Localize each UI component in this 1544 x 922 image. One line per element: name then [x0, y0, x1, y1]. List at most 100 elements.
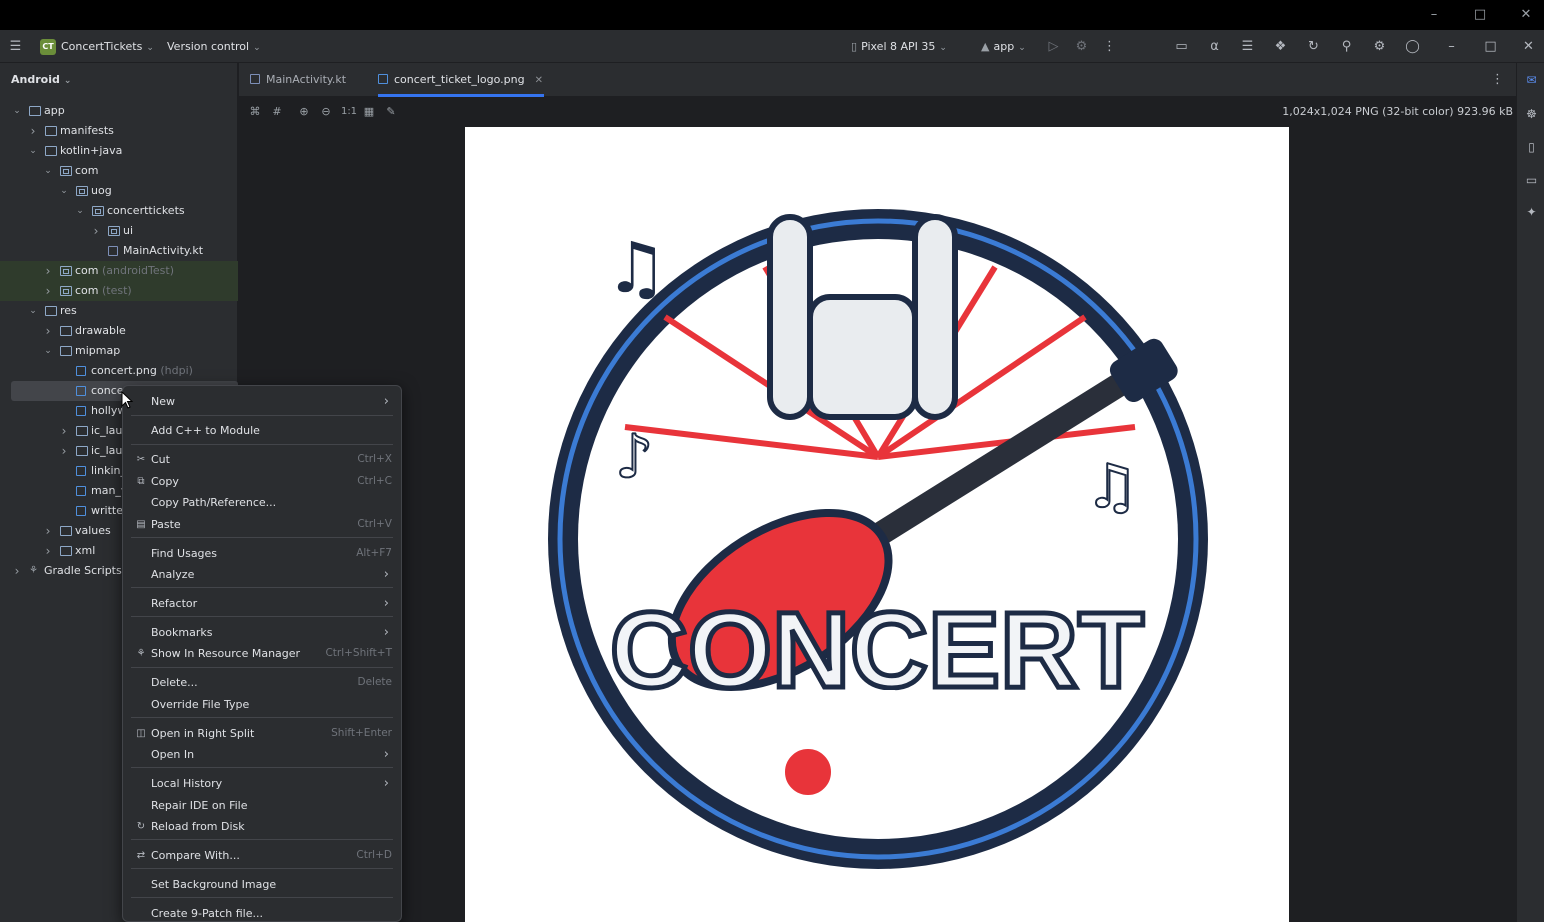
more-actions-icon[interactable]: ⋮: [1101, 38, 1118, 55]
project-tree-item[interactable]: › ui: [0, 221, 238, 241]
ide-close-icon[interactable]: ✕: [1520, 38, 1537, 55]
close-tab-icon[interactable]: ✕: [535, 75, 543, 86]
settings-icon[interactable]: ⚙: [1371, 38, 1388, 55]
menu-item-refactor[interactable]: Refactor ›: [123, 593, 401, 614]
menu-item-label: Compare With...: [151, 849, 240, 862]
gradle-icon[interactable]: ☸: [1524, 107, 1539, 122]
menu-item-cut[interactable]: ✂ Cut Ctrl+X: [123, 449, 401, 470]
layout-inspector-icon[interactable]: ☰: [1239, 38, 1256, 55]
menu-item-find-usages[interactable]: Find Usages Alt+F7: [123, 543, 401, 564]
run-config-selector[interactable]: ▲ app ⌄: [981, 30, 1026, 63]
project-tree-item[interactable]: ⌄ app: [0, 101, 238, 121]
tab-options-icon[interactable]: ⋮: [1489, 71, 1506, 88]
sync-gradle-icon[interactable]: ↻: [1305, 38, 1322, 55]
menu-item-set-background-image[interactable]: Set Background Image: [123, 874, 401, 895]
ide-minimize-icon[interactable]: –: [1443, 38, 1460, 55]
project-view-selector[interactable]: Android ⌄: [11, 73, 71, 86]
image-file-icon: [76, 386, 86, 396]
chevron-down-icon[interactable]: ⌄: [28, 141, 38, 161]
account-icon[interactable]: ◯: [1404, 38, 1421, 55]
menu-item-copy[interactable]: ⧉ Copy Ctrl+C: [123, 471, 401, 492]
minimize-icon[interactable]: –: [1424, 6, 1444, 24]
menu-item-show-in-resource-manager[interactable]: ⚘ Show In Resource Manager Ctrl+Shift+T: [123, 643, 401, 664]
zoom-in-icon[interactable]: ⊕: [297, 105, 311, 119]
search-icon[interactable]: ⚲: [1338, 38, 1355, 55]
tree-item-name: ui: [123, 224, 134, 237]
notifications-icon[interactable]: ✉: [1524, 73, 1539, 88]
chevron-right-icon[interactable]: ›: [43, 321, 53, 341]
gemini-icon[interactable]: ✦: [1524, 205, 1539, 220]
fit-to-window-icon[interactable]: ⌘: [248, 105, 262, 119]
menu-item-add-c-to-module[interactable]: Add C++ to Module: [123, 420, 401, 441]
chevron-down-icon: ⌄: [146, 43, 154, 53]
menu-item-override-file-type[interactable]: Override File Type: [123, 694, 401, 715]
device-manager-icon[interactable]: ▭: [1173, 38, 1190, 55]
menu-item-paste[interactable]: ▤ Paste Ctrl+V: [123, 514, 401, 535]
translate-icon[interactable]: α: [1206, 38, 1223, 55]
menu-item-delete[interactable]: Delete... Delete: [123, 672, 401, 693]
actual-size-button[interactable]: 1:1: [340, 105, 358, 119]
project-tree-item[interactable]: ⌄ uog: [0, 181, 238, 201]
menu-item-local-history[interactable]: Local History ›: [123, 773, 401, 794]
menu-item-compare-with[interactable]: ⇄ Compare With... Ctrl+D: [123, 845, 401, 866]
menu-item-analyze[interactable]: Analyze ›: [123, 564, 401, 585]
device-manager-icon[interactable]: ▯: [1524, 140, 1539, 155]
project-tree-item[interactable]: › com (androidTest): [0, 261, 238, 281]
tab-concert-ticket-logo[interactable]: concert_ticket_logo.png ✕: [378, 63, 544, 97]
chevron-down-icon[interactable]: ⌄: [59, 181, 69, 201]
plugins-icon[interactable]: ❖: [1272, 38, 1289, 55]
debug-icon[interactable]: ⚙: [1073, 38, 1090, 55]
chevron-right-icon[interactable]: ›: [59, 441, 69, 461]
chevron-right-icon[interactable]: ›: [59, 421, 69, 441]
chevron-right-icon[interactable]: ›: [91, 221, 101, 241]
project-tree-item[interactable]: › drawable: [0, 321, 238, 341]
running-devices-icon[interactable]: ▭: [1524, 173, 1539, 188]
copy-icon: ⧉: [137, 476, 145, 487]
project-tree-item[interactable]: › manifests: [0, 121, 238, 141]
hamburger-menu-icon[interactable]: ☰: [7, 38, 24, 55]
menu-item-open-in-right-split[interactable]: ◫ Open in Right Split Shift+Enter: [123, 723, 401, 744]
project-tree-item[interactable]: › com (test): [0, 281, 238, 301]
chevron-down-icon[interactable]: ⌄: [43, 341, 53, 361]
chevron-down-icon[interactable]: ⌄: [75, 201, 85, 221]
project-tree-item[interactable]: ⌄ com: [0, 161, 238, 181]
project-tree-item[interactable]: ⌄ mipmap: [0, 341, 238, 361]
tree-item-name: xml: [75, 544, 96, 557]
chevron-right-icon[interactable]: ›: [43, 541, 53, 561]
chessboard-icon[interactable]: ▦: [362, 105, 376, 119]
chevron-right-icon[interactable]: ›: [28, 121, 38, 141]
color-picker-icon[interactable]: ✎: [384, 105, 398, 119]
project-selector[interactable]: CT ConcertTickets ⌄: [40, 30, 154, 63]
zoom-out-icon[interactable]: ⊖: [319, 105, 333, 119]
chevron-right-icon[interactable]: ›: [12, 561, 22, 581]
menu-item-reload-from-disk[interactable]: ↻ Reload from Disk: [123, 816, 401, 837]
project-tree-item[interactable]: ⌄ res: [0, 301, 238, 321]
grid-icon[interactable]: #: [270, 105, 284, 119]
project-tree-item[interactable]: MainActivity.kt: [0, 241, 238, 261]
menu-item-new[interactable]: New ›: [123, 391, 401, 412]
ide-maximize-icon[interactable]: □: [1482, 38, 1499, 55]
chevron-down-icon[interactable]: ⌄: [43, 161, 53, 181]
menu-item-create-9-patch-file[interactable]: Create 9-Patch file...: [123, 903, 401, 921]
chevron-right-icon[interactable]: ›: [43, 281, 53, 301]
chevron-down-icon[interactable]: ⌄: [12, 101, 22, 121]
menu-item-repair-ide-on-file[interactable]: Repair IDE on File: [123, 795, 401, 816]
run-icon[interactable]: ▷: [1045, 38, 1062, 55]
menu-separator: [131, 444, 393, 445]
menu-item-label: Copy: [151, 475, 179, 488]
project-tree-item[interactable]: ⌄ concerttickets: [0, 201, 238, 221]
project-tree-item[interactable]: ⌄ kotlin+java: [0, 141, 238, 161]
tab-mainactivity[interactable]: MainActivity.kt: [250, 63, 346, 97]
chevron-down-icon[interactable]: ⌄: [28, 301, 38, 321]
chevron-right-icon[interactable]: ›: [43, 261, 53, 281]
project-tree-item[interactable]: concert.png (hdpi): [0, 361, 238, 381]
close-icon[interactable]: ✕: [1516, 6, 1536, 24]
menu-item-copy-path-reference[interactable]: Copy Path/Reference...: [123, 492, 401, 513]
version-control-menu[interactable]: Version control ⌄: [167, 30, 261, 63]
device-selector[interactable]: ▯ Pixel 8 API 35 ⌄: [851, 30, 947, 63]
folder-icon: [29, 106, 41, 116]
menu-item-bookmarks[interactable]: Bookmarks ›: [123, 622, 401, 643]
maximize-icon[interactable]: □: [1470, 6, 1490, 24]
menu-item-open-in[interactable]: Open In ›: [123, 744, 401, 765]
chevron-right-icon[interactable]: ›: [43, 521, 53, 541]
